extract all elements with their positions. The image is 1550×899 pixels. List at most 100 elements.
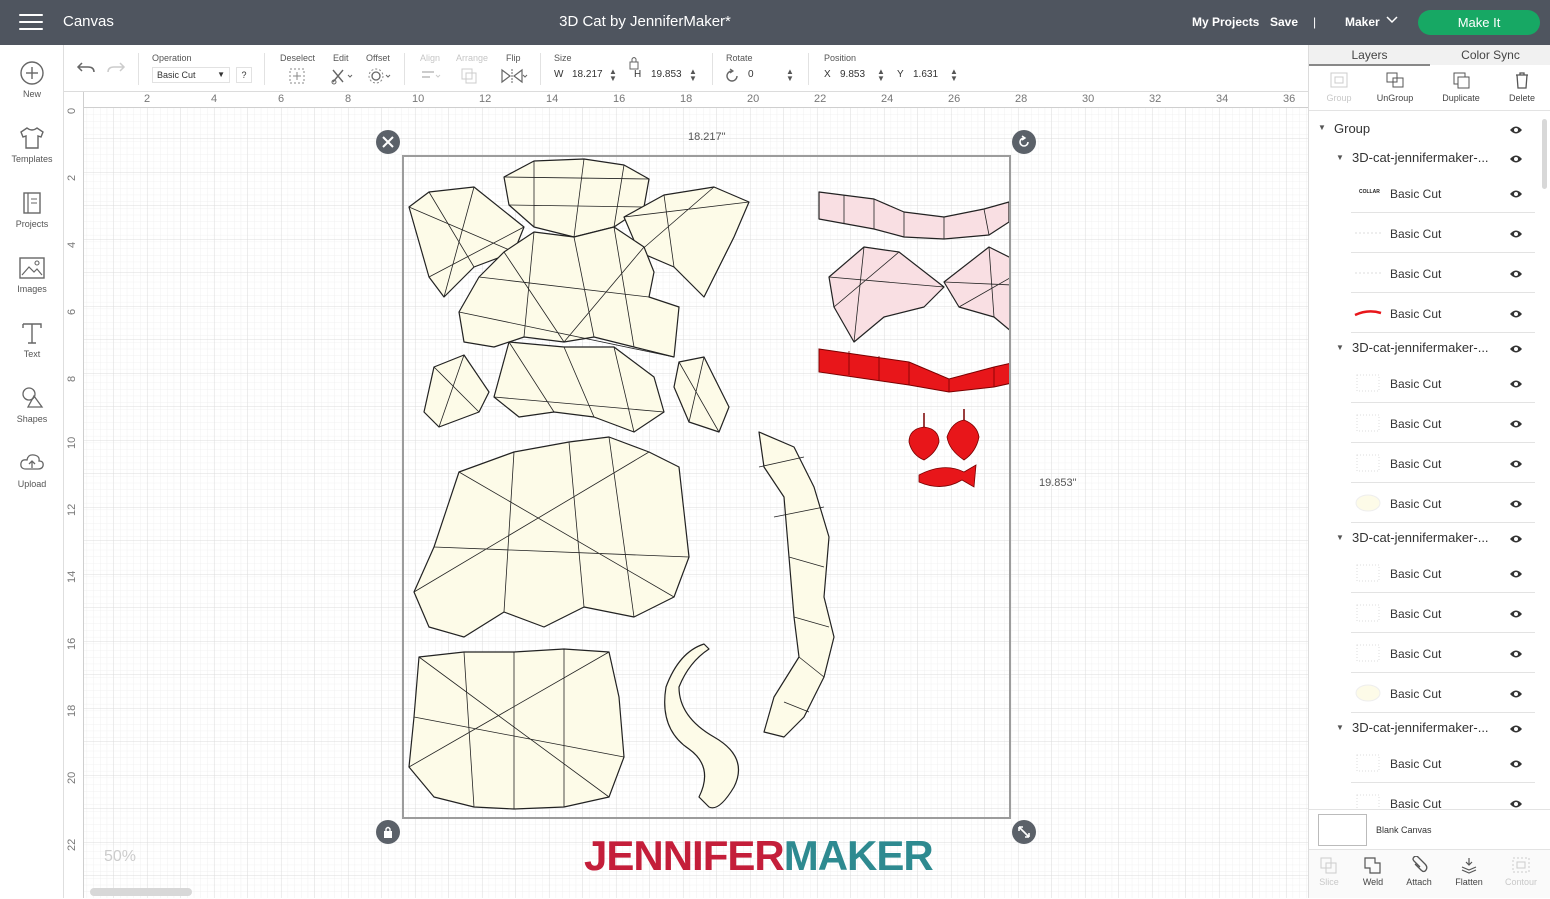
rotate-handle[interactable]	[1012, 130, 1036, 154]
eye-icon[interactable]	[1509, 798, 1523, 808]
zoom-level[interactable]: 50%	[104, 848, 136, 866]
layer-row[interactable]: Basic Cut	[1309, 363, 1539, 403]
rotate-input[interactable]: 0	[748, 67, 754, 83]
group-button[interactable]: Group	[1309, 65, 1369, 111]
layer-row[interactable]: Basic Cut	[1309, 743, 1539, 783]
layer-row[interactable]: Basic Cut	[1309, 483, 1539, 523]
ruler-tick-h: 16	[613, 93, 626, 105]
make-it-button[interactable]: Make It	[1418, 10, 1540, 35]
caret-down-icon[interactable]: ▼	[1336, 723, 1344, 732]
sidebar-item-text[interactable]: Text	[0, 320, 64, 380]
ruler-tick-v: 0	[66, 107, 78, 114]
duplicate-button[interactable]: Duplicate	[1431, 65, 1491, 111]
operation-select[interactable]: Basic Cut ▼	[152, 67, 230, 83]
width-stepper-icon[interactable]: ▲ ▼	[609, 68, 617, 83]
layer-row[interactable]: Basic Cut	[1309, 673, 1539, 713]
eye-icon[interactable]	[1509, 343, 1523, 353]
height-input[interactable]: 19.853	[651, 67, 682, 83]
layer-row[interactable]: Basic Cut	[1309, 593, 1539, 633]
selection-bounding-box[interactable]	[402, 155, 1011, 819]
design-canvas[interactable]: 2 4 6 8 10 12 14 16 18 20 22 24 26 28 30 32 34 36 0 2 4 6 8 10…	[64, 92, 1308, 898]
layer-group-row[interactable]: ▼ Group	[1309, 115, 1539, 143]
toolbar-divider	[138, 53, 139, 85]
my-projects-link[interactable]: My Projects	[1192, 15, 1259, 29]
weld-button[interactable]: Weld	[1349, 850, 1397, 899]
caret-down-icon[interactable]: ▼	[1336, 533, 1344, 542]
layer-row[interactable]: Basic Cut	[1309, 293, 1539, 333]
flip-icon[interactable]	[500, 67, 528, 85]
eye-icon[interactable]	[1509, 568, 1523, 578]
sidebar-item-new[interactable]: New	[0, 60, 64, 120]
machine-selector[interactable]: Maker	[1345, 15, 1380, 29]
flatten-button[interactable]: Flatten	[1445, 850, 1493, 899]
redo-icon[interactable]	[106, 59, 126, 77]
eye-icon[interactable]	[1509, 308, 1523, 318]
horizontal-scrollbar[interactable]	[90, 888, 192, 896]
caret-down-icon[interactable]: ▼	[1336, 343, 1344, 352]
height-field-label: H	[634, 69, 642, 80]
layer-row[interactable]: Basic Cut	[1309, 213, 1539, 253]
eye-icon[interactable]	[1509, 723, 1523, 733]
layer-subgroup-row[interactable]: ▼ 3D-cat-jennifermaker-...	[1309, 523, 1539, 553]
edit-scissors-icon[interactable]	[330, 67, 354, 85]
save-button[interactable]: Save	[1270, 15, 1298, 29]
width-input[interactable]: 18.217	[572, 67, 603, 83]
layer-row[interactable]: Basic Cut	[1309, 443, 1539, 483]
eye-icon[interactable]	[1509, 498, 1523, 508]
undo-icon[interactable]	[76, 59, 96, 77]
eye-icon[interactable]	[1509, 688, 1523, 698]
sidebar-item-shapes[interactable]: Shapes	[0, 385, 64, 445]
resize-handle[interactable]	[1012, 820, 1036, 844]
layer-row[interactable]: Basic Cut	[1309, 783, 1539, 809]
layers-list[interactable]: ▼ Group ▼ 3D-cat-jennifermaker-... COLLAR Bas…	[1309, 115, 1550, 809]
tab-layers[interactable]: Layers	[1309, 48, 1430, 66]
layer-row[interactable]: Basic Cut	[1309, 253, 1539, 293]
caret-down-icon[interactable]: ▼	[1318, 123, 1326, 132]
help-button[interactable]: ?	[236, 67, 252, 83]
height-stepper-icon[interactable]: ▲ ▼	[689, 68, 697, 83]
layer-subgroup-row[interactable]: ▼ 3D-cat-jennifermaker-...	[1309, 143, 1539, 173]
contour-button[interactable]: Contour	[1497, 850, 1545, 899]
layer-subgroup-row[interactable]: ▼ 3D-cat-jennifermaker-...	[1309, 713, 1539, 743]
tab-color-sync[interactable]: Color Sync	[1430, 48, 1550, 62]
blank-canvas-swatch[interactable]	[1318, 814, 1367, 846]
chevron-down-icon[interactable]	[1386, 14, 1398, 26]
layer-subgroup-row[interactable]: ▼ 3D-cat-jennifermaker-...	[1309, 333, 1539, 363]
eye-icon[interactable]	[1509, 188, 1523, 198]
eye-icon[interactable]	[1509, 533, 1523, 543]
caret-down-icon[interactable]: ▼	[1336, 153, 1344, 162]
rotate-stepper-icon[interactable]: ▲ ▼	[786, 68, 794, 83]
eye-icon[interactable]	[1509, 228, 1523, 238]
layer-row[interactable]: Basic Cut	[1309, 633, 1539, 673]
eye-icon[interactable]	[1509, 153, 1523, 163]
eye-icon[interactable]	[1509, 648, 1523, 658]
layer-row[interactable]: Basic Cut	[1309, 403, 1539, 443]
deselect-icon[interactable]	[288, 67, 306, 85]
eye-icon[interactable]	[1509, 418, 1523, 428]
attach-button[interactable]: Attach	[1395, 850, 1443, 899]
y-position-input[interactable]: 1.631	[913, 67, 938, 83]
x-stepper-icon[interactable]: ▲ ▼	[877, 68, 885, 83]
sidebar-item-projects[interactable]: Projects	[0, 190, 64, 250]
offset-icon[interactable]	[368, 67, 392, 85]
delete-button[interactable]: Delete	[1492, 65, 1550, 111]
sidebar-item-images[interactable]: Images	[0, 255, 64, 315]
slice-button[interactable]: Slice	[1305, 850, 1353, 899]
eye-icon[interactable]	[1509, 608, 1523, 618]
layers-scrollbar[interactable]	[1542, 119, 1547, 189]
ungroup-button[interactable]: UnGroup	[1365, 65, 1425, 111]
layer-row[interactable]: COLLAR Basic Cut	[1309, 173, 1539, 213]
sidebar-item-upload[interactable]: Upload	[0, 450, 64, 510]
layer-row[interactable]: Basic Cut	[1309, 553, 1539, 593]
x-position-input[interactable]: 9.853	[840, 67, 865, 83]
eye-icon[interactable]	[1509, 378, 1523, 388]
delete-handle[interactable]	[376, 130, 400, 154]
ruler-tick-h: 8	[345, 93, 352, 105]
eye-icon[interactable]	[1509, 758, 1523, 768]
lock-handle[interactable]	[376, 820, 400, 844]
eye-icon[interactable]	[1509, 268, 1523, 278]
eye-icon[interactable]	[1509, 458, 1523, 468]
eye-icon[interactable]	[1509, 124, 1523, 134]
sidebar-item-templates[interactable]: Templates	[0, 125, 64, 185]
y-stepper-icon[interactable]: ▲ ▼	[950, 68, 958, 83]
